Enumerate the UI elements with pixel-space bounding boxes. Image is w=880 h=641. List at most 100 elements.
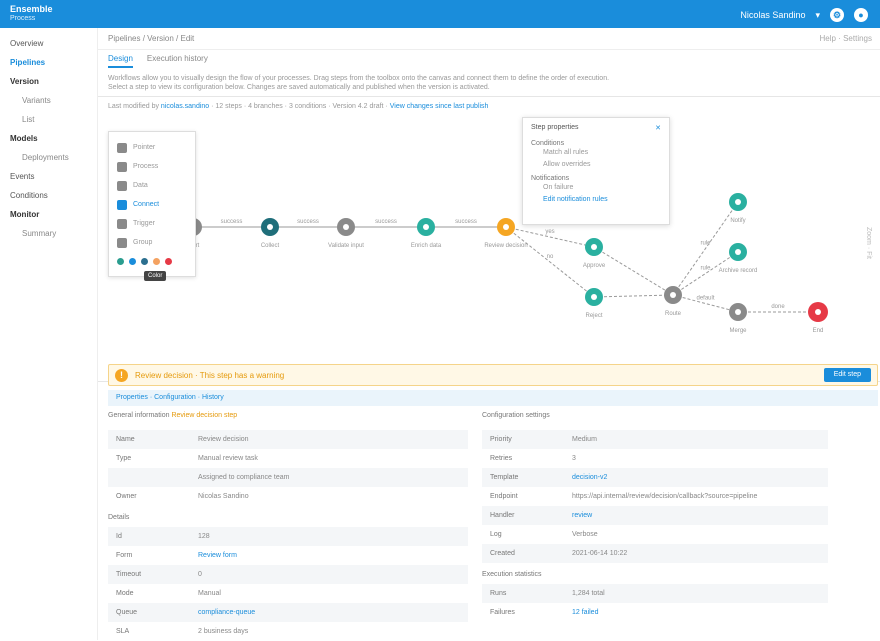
tool-icon bbox=[117, 218, 127, 229]
chevron-down-icon[interactable]: ▾ bbox=[815, 10, 820, 21]
node-icon bbox=[735, 309, 741, 315]
sidebar-item[interactable]: Deployments bbox=[0, 148, 97, 167]
node-icon bbox=[670, 292, 676, 298]
flow-node[interactable]: Merge bbox=[729, 303, 747, 334]
tool-icon bbox=[117, 199, 127, 210]
flow-connector[interactable] bbox=[593, 294, 674, 298]
flow-node[interactable]: Archive record bbox=[719, 243, 758, 274]
sidebar-item[interactable]: List bbox=[0, 110, 97, 129]
sidebar-item[interactable]: Monitor bbox=[0, 205, 97, 224]
close-icon[interactable]: ✕ bbox=[655, 124, 661, 132]
user-icon[interactable]: ● bbox=[854, 8, 868, 22]
flow-node-label: Approve bbox=[583, 263, 606, 269]
flow-node[interactable]: Approve bbox=[583, 238, 606, 269]
property-row: Id 128 bbox=[108, 527, 468, 546]
property-key: Id bbox=[116, 533, 122, 540]
property-row: Mode Manual bbox=[108, 584, 468, 603]
toolbox-item[interactable]: Group bbox=[117, 233, 187, 252]
color-swatch[interactable] bbox=[129, 258, 136, 265]
popup-item[interactable]: Match all rules bbox=[531, 147, 661, 159]
property-link[interactable]: decision-v2 bbox=[572, 474, 607, 481]
flow-node[interactable]: Validate input bbox=[328, 218, 364, 249]
edge-label: success bbox=[455, 219, 477, 225]
flow-connector[interactable] bbox=[672, 201, 739, 296]
popup-item[interactable]: On failure bbox=[531, 182, 661, 194]
warning-alert: ! Review decision · This step has a warn… bbox=[108, 364, 878, 386]
panel-title: General information Review decision step bbox=[108, 412, 468, 424]
toolbox-item[interactable]: Data bbox=[117, 176, 187, 195]
edge-label: rule bbox=[700, 241, 711, 247]
color-swatch[interactable] bbox=[117, 258, 124, 265]
warning-icon: ! bbox=[115, 369, 128, 382]
property-row: SLA 2 business days bbox=[108, 622, 468, 641]
gear-icon[interactable]: ⚙ bbox=[830, 8, 844, 22]
popup-item[interactable]: Allow overrides bbox=[531, 159, 661, 171]
step-link[interactable]: Review decision step bbox=[171, 412, 237, 419]
color-swatch[interactable] bbox=[153, 258, 160, 265]
user-menu[interactable]: Nicolas Sandino bbox=[740, 10, 805, 20]
flow-node[interactable]: Enrich data bbox=[411, 218, 442, 249]
breadcrumb[interactable]: Pipelines / Version / Edit bbox=[108, 34, 194, 43]
toolbox-item-label: Pointer bbox=[133, 144, 156, 151]
toolbox-item[interactable]: Pointer bbox=[117, 138, 187, 157]
toolbox-item-label: Process bbox=[133, 163, 159, 170]
flow-node[interactable]: Collect bbox=[261, 218, 280, 249]
flow-node[interactable]: Reject bbox=[585, 288, 603, 319]
flow-connector[interactable] bbox=[593, 246, 674, 296]
header-links[interactable]: Help · Settings bbox=[820, 34, 872, 43]
property-value: 2021-06-14 10:22 bbox=[572, 550, 628, 557]
toolbox-item[interactable]: Trigger bbox=[117, 214, 187, 233]
brand-name: Ensemble bbox=[10, 4, 53, 14]
flow-node[interactable]: Notify bbox=[729, 193, 747, 224]
sidebar-item[interactable]: Pipelines bbox=[0, 53, 97, 72]
property-key: Runs bbox=[490, 590, 507, 597]
tab-design[interactable]: Design bbox=[108, 54, 133, 68]
toolbox-item[interactable]: Process bbox=[117, 157, 187, 176]
property-value: 128 bbox=[198, 533, 210, 540]
edit-step-button[interactable]: Edit step bbox=[823, 368, 871, 382]
app-logo[interactable]: Ensemble Process bbox=[10, 5, 53, 23]
sidebar-item[interactable]: Version bbox=[0, 72, 97, 91]
color-swatch[interactable] bbox=[165, 258, 172, 265]
flow-node-label: Route bbox=[665, 311, 682, 317]
property-key: Log bbox=[490, 531, 502, 538]
property-key: Endpoint bbox=[490, 493, 518, 500]
toolbox-item[interactable]: Connect bbox=[117, 195, 187, 214]
property-value: Review decision bbox=[198, 436, 249, 443]
sidebar-item[interactable]: Conditions bbox=[0, 186, 97, 205]
sidebar-item[interactable]: Variants bbox=[0, 91, 97, 110]
edit-notifications-link[interactable]: Edit notification rules bbox=[531, 194, 661, 206]
property-link[interactable]: Review form bbox=[198, 552, 237, 559]
sidebar-item[interactable]: Events bbox=[0, 167, 97, 186]
flow-node-label: Reject bbox=[585, 313, 602, 319]
sidebar-item[interactable]: Models bbox=[0, 129, 97, 148]
property-key: Created bbox=[490, 550, 515, 557]
flow-node-label: Enrich data bbox=[411, 243, 442, 249]
sidebar-item[interactable]: Overview bbox=[0, 34, 97, 53]
tooltip: Color bbox=[144, 271, 167, 281]
statistics-section-title: Execution statistics bbox=[482, 571, 542, 578]
property-row: Handler review bbox=[482, 506, 828, 525]
color-swatch[interactable] bbox=[141, 258, 148, 265]
description-line-2: Select a step to view its configuration … bbox=[108, 84, 490, 91]
workflow-diagram[interactable]: success success success success yes no rule rul… bbox=[98, 97, 880, 383]
property-row: Template decision-v2 bbox=[482, 468, 828, 487]
flow-node[interactable]: End bbox=[808, 302, 828, 334]
edge-label: no bbox=[547, 254, 554, 260]
workflow-canvas[interactable]: Last modified by nicolas.sandino · 12 st… bbox=[98, 96, 880, 382]
property-row: Queue compliance-queue bbox=[108, 603, 468, 622]
step-properties-popup: Step properties ✕ Conditions Match all r… bbox=[522, 117, 670, 225]
flow-node-label: Archive record bbox=[719, 268, 758, 274]
property-row: Endpoint https://api.internal/review/deci… bbox=[482, 487, 828, 506]
sidebar-item[interactable]: Summary bbox=[0, 224, 97, 243]
property-link[interactable]: 12 failed bbox=[572, 609, 598, 616]
property-key: Failures bbox=[490, 609, 515, 616]
property-value: 2 business days bbox=[198, 628, 249, 635]
top-bar: Ensemble Process Nicolas Sandino ▾ ⚙ ● bbox=[0, 0, 880, 28]
property-link[interactable]: review bbox=[572, 512, 592, 519]
flow-node[interactable]: Route bbox=[664, 286, 682, 317]
zoom-controls[interactable]: Zoom · Fit bbox=[862, 227, 874, 259]
properties-subnav[interactable]: Properties · Configuration · History bbox=[108, 390, 878, 406]
tab-execution-history[interactable]: Execution history bbox=[147, 54, 208, 68]
property-link[interactable]: compliance-queue bbox=[198, 609, 255, 616]
